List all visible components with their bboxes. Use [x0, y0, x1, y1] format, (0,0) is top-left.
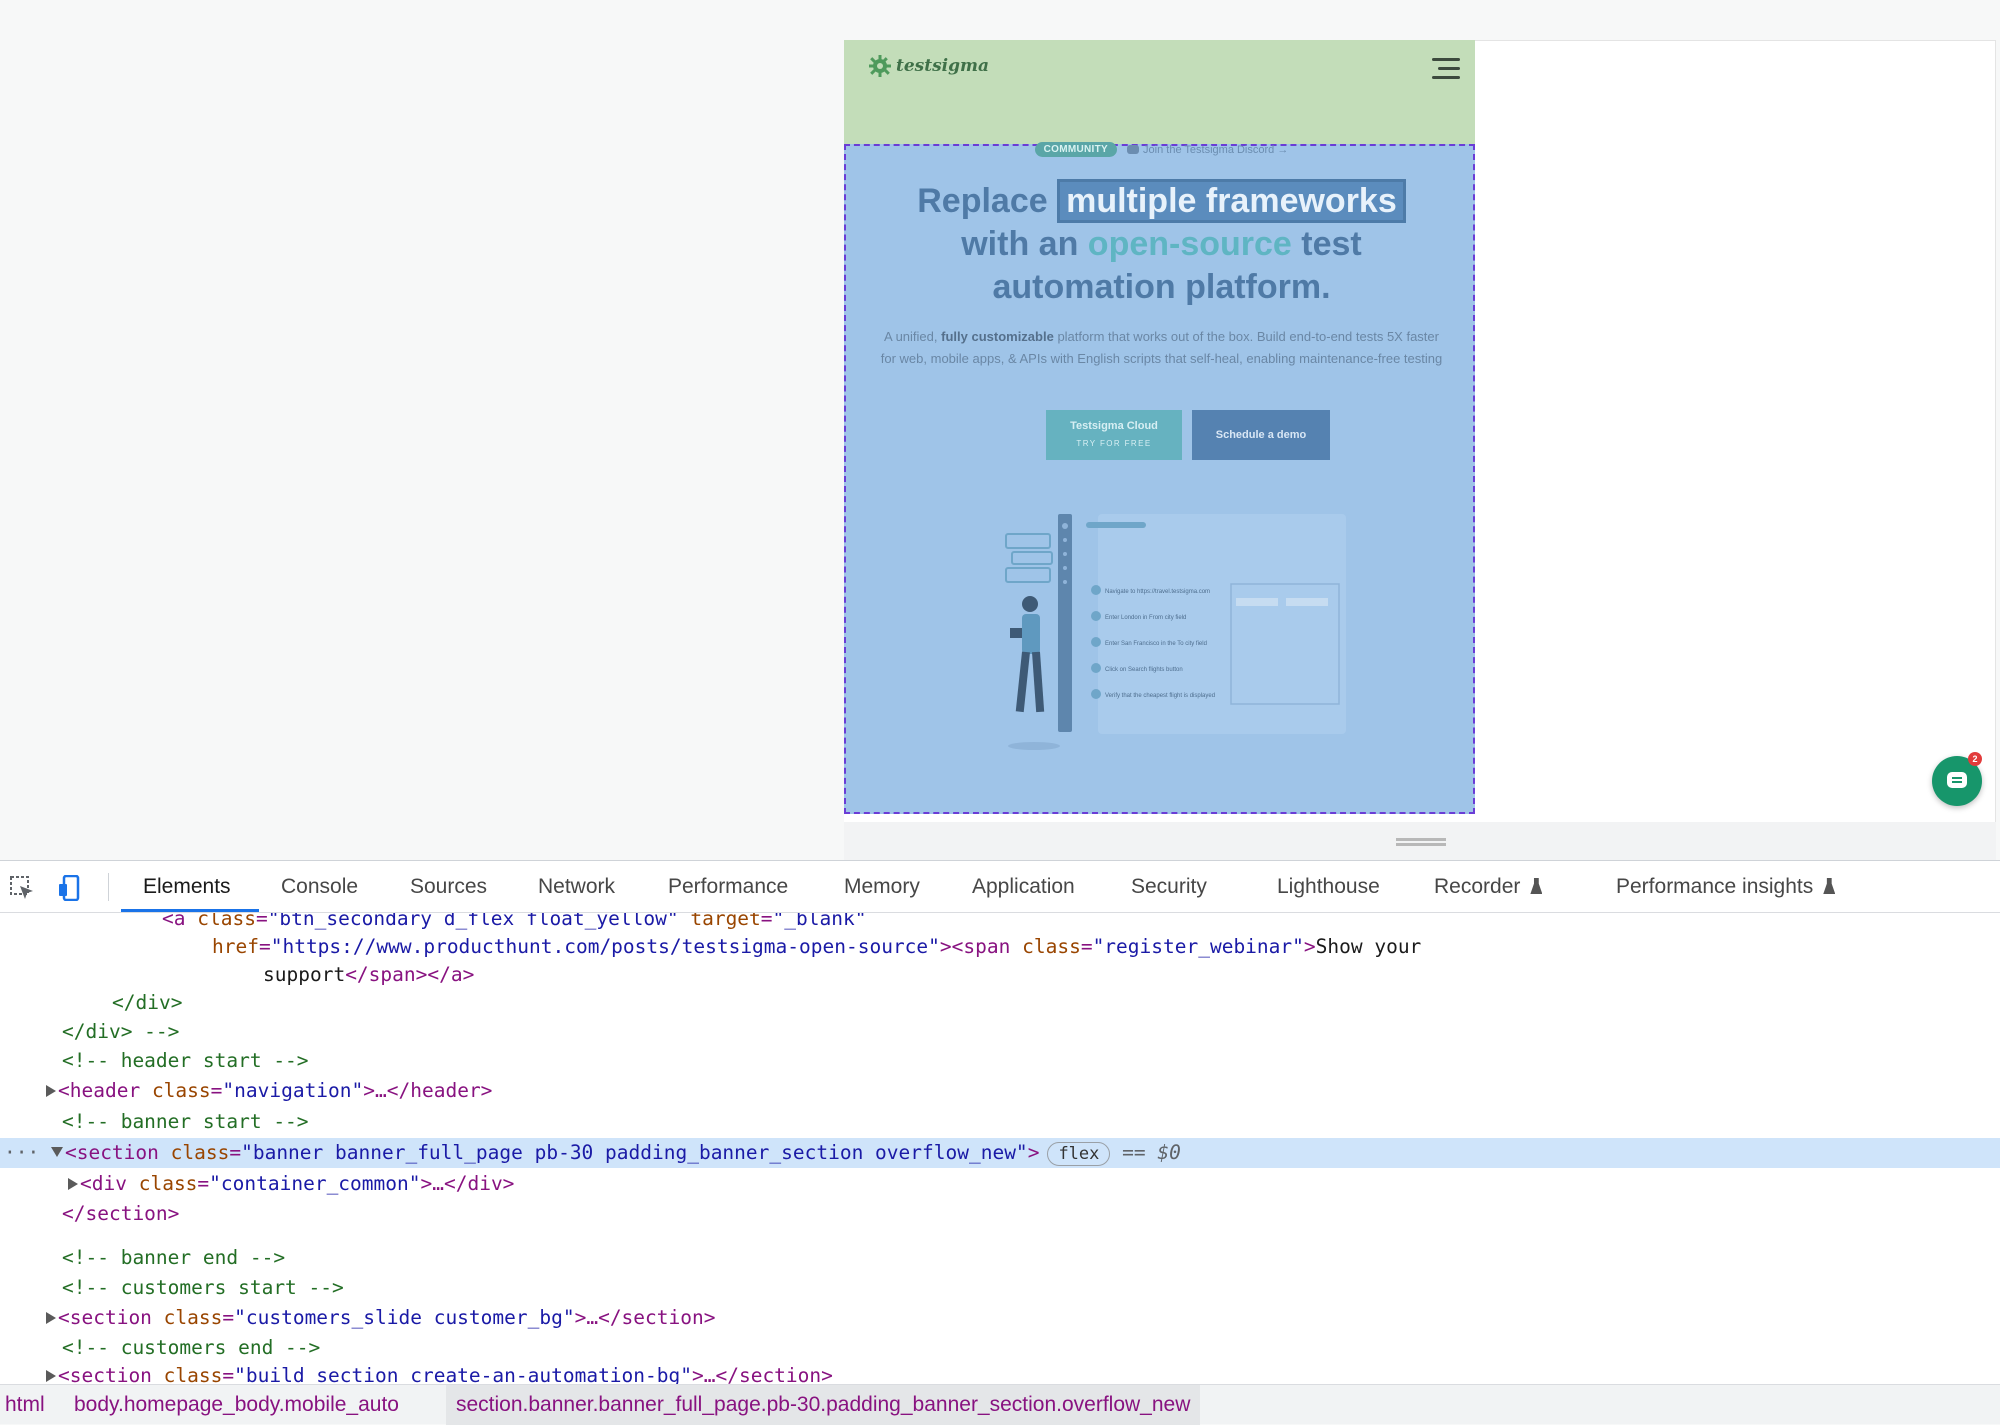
tab-security[interactable]: Security: [1131, 861, 1207, 913]
headline-highlight: multiple frameworks: [1057, 179, 1406, 223]
tab-lighthouse[interactable]: Lighthouse: [1277, 861, 1380, 913]
dom-node-line[interactable]: href="https://www.producthunt.com/posts/…: [0, 932, 2000, 962]
dom-comment-line[interactable]: <!-- banner start -->: [0, 1107, 2000, 1137]
banner-section-highlight[interactable]: COMMUNITY Join the Testsigma Discord → R…: [844, 142, 1475, 814]
illustration-step: Enter London in From city field: [1105, 615, 1186, 621]
breadcrumb-section-active[interactable]: section.banner.banner_full_page.pb-30.pa…: [446, 1385, 1201, 1425]
hero-headline: Replace multiple frameworks with an open…: [886, 179, 1437, 309]
tab-sources[interactable]: Sources: [410, 861, 487, 913]
tab-network[interactable]: Network: [538, 861, 615, 913]
discord-icon: [1127, 145, 1140, 154]
dom-node-line[interactable]: </div>: [0, 988, 2000, 1018]
site-header-highlight[interactable]: testsigma: [844, 40, 1475, 144]
headline-part-1: Replace: [917, 182, 1058, 220]
experimental-flask-icon: [1530, 878, 1543, 894]
discord-link[interactable]: Join the Testsigma Discord →: [1127, 144, 1288, 156]
devtools-toolbar: Elements Console Sources Network Perform…: [0, 861, 2000, 913]
illustration-person: [1008, 596, 1060, 750]
dom-node-line[interactable]: </section>: [0, 1199, 2000, 1229]
chat-icon: [1947, 772, 1967, 788]
discord-link-label: Join the Testsigma Discord →: [1143, 143, 1289, 156]
breadcrumb-html[interactable]: html: [5, 1385, 45, 1425]
inspect-element-icon[interactable]: [9, 875, 35, 901]
schedule-demo-button[interactable]: Schedule a demo: [1192, 410, 1330, 460]
emulated-viewport-area: testsigma COMMUNITY Join the Testsigma D…: [0, 0, 2000, 860]
tab-performance[interactable]: Performance: [668, 861, 788, 913]
expand-triangle-icon[interactable]: [46, 1370, 56, 1382]
dom-tree[interactable]: <a class="btn_secondary d_flex float_yel…: [0, 913, 2000, 1243]
subtext-bold: fully customizable: [941, 329, 1054, 344]
breadcrumb-body[interactable]: body.homepage_body.mobile_auto: [74, 1385, 399, 1425]
site-logo[interactable]: testsigma: [868, 54, 989, 78]
expand-triangle-icon[interactable]: [68, 1178, 78, 1190]
site-logo-text: testsigma: [896, 56, 990, 76]
testsigma-cloud-button[interactable]: Testsigma Cloud TRY FOR FREE: [1046, 410, 1182, 460]
illustration-step: Verify that the cheapest flight is displ…: [1105, 693, 1215, 699]
tab-performance-insights[interactable]: Performance insights: [1616, 861, 1836, 913]
active-tab-indicator: [121, 909, 259, 912]
dom-node-line[interactable]: <a class="btn_secondary d_flex float_yel…: [0, 913, 2000, 934]
tab-memory[interactable]: Memory: [844, 861, 920, 913]
community-badge: COMMUNITY: [1034, 142, 1118, 157]
experimental-flask-icon: [1823, 878, 1836, 894]
headline-teal: open-source: [1087, 225, 1292, 263]
chat-widget-button[interactable]: 2: [1932, 752, 1982, 806]
illustration-step: Click on Search flights button: [1105, 667, 1183, 673]
dom-node-header[interactable]: <header class="navigation">…</header>: [0, 1076, 2000, 1106]
expand-triangle-icon[interactable]: [46, 1085, 56, 1097]
hero-illustration: Navigate to https://travel.testsigma.com…: [1005, 514, 1346, 750]
dom-comment-line[interactable]: <!-- customers end -->: [0, 1333, 2000, 1363]
chat-notification-badge: 2: [1968, 752, 1982, 766]
illustration-step: Enter San Francisco in the To city field: [1105, 641, 1207, 647]
dom-node-container[interactable]: <div class="container_common">…</div>: [0, 1169, 2000, 1199]
devtools-panel: Elements Console Sources Network Perform…: [0, 860, 2000, 1425]
expand-triangle-icon[interactable]: [46, 1312, 56, 1324]
community-row: COMMUNITY Join the Testsigma Discord →: [846, 142, 1475, 157]
hamburger-menu-icon[interactable]: [1432, 58, 1460, 80]
dom-node-selected-section[interactable]: ··· <section class="banner banner_full_p…: [0, 1138, 2000, 1168]
dom-node-build-section[interactable]: <section class="build_section create-an-…: [0, 1361, 2000, 1384]
emulated-page[interactable]: testsigma COMMUNITY Join the Testsigma D…: [844, 40, 1475, 822]
headline-part-2: with an: [961, 225, 1088, 263]
tab-recorder-label: Recorder: [1434, 875, 1521, 898]
gear-logo-icon: [869, 55, 891, 77]
dollar-zero-ref: $0: [1157, 1141, 1181, 1164]
cloud-button-label: Testsigma Cloud: [1070, 420, 1158, 432]
dom-node-customers[interactable]: <section class="customers_slide customer…: [0, 1303, 2000, 1333]
tab-console[interactable]: Console: [281, 861, 358, 913]
breadcrumb: html body.homepage_body.mobile_auto sect…: [0, 1384, 2000, 1425]
dom-node-line[interactable]: </div> -->: [0, 1017, 2000, 1047]
hero-subtext: A unified, fully customizable platform t…: [876, 326, 1447, 370]
tab-performance-insights-label: Performance insights: [1616, 875, 1814, 898]
toolbar-separator: [108, 873, 109, 901]
dom-comment-line[interactable]: <!-- customers start -->: [0, 1273, 2000, 1303]
tab-recorder[interactable]: Recorder: [1434, 861, 1543, 913]
tab-application[interactable]: Application: [972, 861, 1075, 913]
tab-elements[interactable]: Elements: [143, 861, 231, 913]
resize-handle[interactable]: [1396, 838, 1446, 846]
dom-comment-line[interactable]: <!-- banner end -->: [0, 1243, 2000, 1273]
dom-tree-continued[interactable]: <!-- banner end --> <!-- customers start…: [0, 1243, 2000, 1384]
collapse-triangle-icon[interactable]: [50, 1147, 63, 1157]
dom-comment-line[interactable]: <!-- header start -->: [0, 1046, 2000, 1076]
device-toolbar-icon[interactable]: [58, 875, 84, 901]
illustration-step: Navigate to https://travel.testsigma.com: [1105, 589, 1210, 595]
subtext-part-1: A unified,: [884, 329, 942, 344]
flex-badge[interactable]: flex: [1047, 1142, 1111, 1166]
dom-node-line[interactable]: support</span></a>: [0, 960, 2000, 990]
cloud-button-sublabel: TRY FOR FREE: [1076, 439, 1152, 448]
